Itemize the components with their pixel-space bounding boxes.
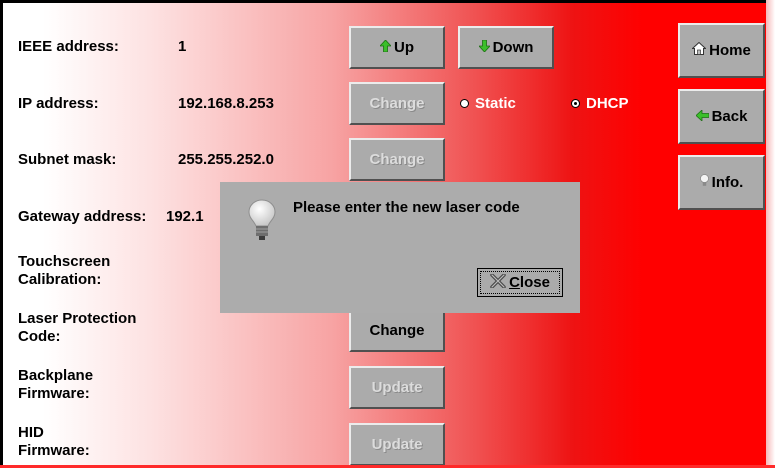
ieee-address-value: 1 (178, 38, 187, 55)
laser-protection-code-label: Laser Protection Code: (18, 310, 137, 345)
down-button[interactable]: Down (458, 26, 554, 69)
backplane-firmware-label: Backplane Firmware: (18, 367, 94, 402)
home-button[interactable]: Home (678, 23, 765, 78)
ieee-address-label: IEEE address: (18, 38, 119, 55)
gateway-address-label: Gateway address: (18, 208, 147, 225)
touchscreen-calibration-label: Touchscreen Calibration: (18, 253, 111, 288)
gateway-address-value: 192.1 (166, 208, 204, 225)
home-icon (691, 41, 707, 59)
dialog-message: Please enter the new laser code (293, 199, 520, 216)
ip-address-value: 192.168.8.253 (178, 95, 274, 112)
subnet-mask-value: 255.255.252.0 (178, 151, 274, 168)
change-ip-button[interactable]: Change (349, 82, 445, 125)
radio-circle (460, 99, 469, 108)
info-button[interactable]: Info. (678, 155, 765, 210)
change-subnet-button[interactable]: Change (349, 138, 445, 181)
close-x-icon (490, 272, 506, 292)
update-hid-button[interactable]: Update (349, 423, 445, 466)
update-backplane-button[interactable]: Update (349, 366, 445, 409)
up-button[interactable]: Up (349, 26, 445, 69)
subnet-mask-label: Subnet mask: (18, 151, 117, 168)
laser-code-dialog: Please enter the new laser code Close (220, 182, 580, 313)
lightbulb-icon (248, 199, 276, 245)
setup-screen: IEEE address: 1 IP address: 192.168.8.25… (0, 0, 775, 468)
up-arrow-icon (379, 39, 392, 56)
left-arrow-icon (694, 108, 709, 125)
radio-circle-selected (571, 99, 580, 108)
lightbulb-icon (699, 174, 709, 191)
dhcp-radio[interactable]: DHCP (571, 95, 629, 112)
hid-firmware-label: HID Firmware: (18, 424, 90, 459)
static-radio[interactable]: Static (460, 95, 516, 112)
ip-address-label: IP address: (18, 95, 99, 112)
close-label: Close (509, 274, 550, 291)
back-button[interactable]: Back (678, 89, 765, 144)
close-button[interactable]: Close (477, 268, 563, 297)
change-laser-code-button[interactable]: Change (349, 309, 445, 352)
down-arrow-icon (477, 39, 491, 56)
right-edge-border (766, 0, 775, 468)
